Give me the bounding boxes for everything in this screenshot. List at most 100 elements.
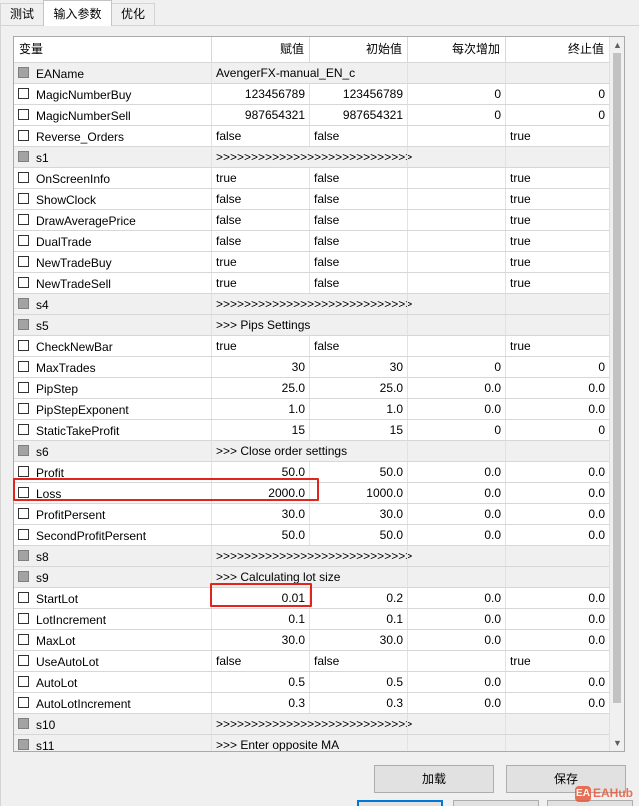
param-step-cell[interactable]: 0	[408, 105, 506, 125]
param-step-cell[interactable]	[408, 651, 506, 671]
table-row[interactable]: Profit 50.0 50.0 0.0 0.0	[14, 462, 609, 483]
param-initial-cell[interactable]: false	[310, 168, 408, 188]
param-value-cell[interactable]: 987654321	[212, 105, 310, 125]
tab-optimization[interactable]: 优化	[111, 3, 155, 25]
param-value-cell[interactable]: 50.0	[212, 462, 310, 482]
param-step-cell[interactable]: 0.0	[408, 525, 506, 545]
optimize-checkbox[interactable]	[18, 634, 29, 646]
param-stop-cell[interactable]	[506, 294, 609, 314]
optimize-checkbox[interactable]	[18, 235, 29, 247]
optimize-checkbox[interactable]	[18, 277, 29, 289]
param-initial-cell[interactable]: false	[310, 231, 408, 251]
param-step-cell[interactable]: 0.0	[408, 504, 506, 524]
param-step-cell[interactable]: 0	[408, 357, 506, 377]
param-step-cell[interactable]	[408, 231, 506, 251]
param-step-cell[interactable]: 0.0	[408, 399, 506, 419]
param-initial-cell[interactable]: false	[310, 651, 408, 671]
param-initial-cell[interactable]	[310, 714, 408, 734]
optimize-checkbox[interactable]	[18, 424, 29, 436]
table-row[interactable]: StaticTakeProfit 15 15 0 0	[14, 420, 609, 441]
param-step-cell[interactable]	[408, 126, 506, 146]
header-value[interactable]: 赋值	[212, 37, 310, 62]
table-row[interactable]: s4 >>>>>>>>>>>>>>>>>>>>>>>>>>>>	[14, 294, 609, 315]
table-row[interactable]: s9 >>> Calculating lot size	[14, 567, 609, 588]
param-initial-cell[interactable]: 1.0	[310, 399, 408, 419]
optimize-checkbox[interactable]	[18, 340, 29, 352]
tab-inputs[interactable]: 输入参数	[43, 0, 112, 26]
param-initial-cell[interactable]: 987654321	[310, 105, 408, 125]
param-stop-cell[interactable]: 0.0	[506, 462, 609, 482]
param-initial-cell[interactable]: 0.1	[310, 609, 408, 629]
optimize-checkbox[interactable]	[18, 718, 29, 730]
table-row[interactable]: Loss 2000.0 1000.0 0.0 0.0	[14, 483, 609, 504]
param-stop-cell[interactable]	[506, 735, 609, 751]
table-row[interactable]: s6 >>> Close order settings	[14, 441, 609, 462]
param-initial-cell[interactable]: 50.0	[310, 525, 408, 545]
param-stop-cell[interactable]: true	[506, 252, 609, 272]
optimize-checkbox[interactable]	[18, 739, 29, 751]
header-step[interactable]: 每次增加	[408, 37, 506, 62]
param-step-cell[interactable]: 0.0	[408, 609, 506, 629]
table-row[interactable]: PipStepExponent 1.0 1.0 0.0 0.0	[14, 399, 609, 420]
param-initial-cell[interactable]: false	[310, 252, 408, 272]
param-initial-cell[interactable]: false	[310, 189, 408, 209]
table-row[interactable]: MagicNumberSell 987654321 987654321 0 0	[14, 105, 609, 126]
param-step-cell[interactable]: 0.0	[408, 693, 506, 713]
table-row[interactable]: Reverse_Orders false false true	[14, 126, 609, 147]
table-row[interactable]: PipStep 25.0 25.0 0.0 0.0	[14, 378, 609, 399]
optimize-checkbox[interactable]	[18, 403, 29, 415]
header-variable[interactable]: 变量	[14, 37, 212, 62]
param-value-cell[interactable]: 30	[212, 357, 310, 377]
param-stop-cell[interactable]: true	[506, 189, 609, 209]
param-stop-cell[interactable]: true	[506, 126, 609, 146]
param-value-cell[interactable]: 30.0	[212, 630, 310, 650]
param-stop-cell[interactable]	[506, 714, 609, 734]
param-stop-cell[interactable]: true	[506, 651, 609, 671]
param-step-cell[interactable]	[408, 168, 506, 188]
param-stop-cell[interactable]	[506, 441, 609, 461]
table-row[interactable]: s5 >>> Pips Settings	[14, 315, 609, 336]
param-value-cell[interactable]: false	[212, 231, 310, 251]
optimize-checkbox[interactable]	[18, 151, 29, 163]
param-stop-cell[interactable]: 0	[506, 357, 609, 377]
param-step-cell[interactable]: 0	[408, 84, 506, 104]
param-initial-cell[interactable]: 25.0	[310, 378, 408, 398]
table-row[interactable]: MaxLot 30.0 30.0 0.0 0.0	[14, 630, 609, 651]
table-row[interactable]: EAName AvengerFX-manual_EN_c	[14, 63, 609, 84]
param-step-cell[interactable]	[408, 546, 506, 566]
param-stop-cell[interactable]: 0.0	[506, 378, 609, 398]
optimize-checkbox[interactable]	[18, 613, 29, 625]
table-row[interactable]: AutoLot 0.5 0.5 0.0 0.0	[14, 672, 609, 693]
param-value-cell[interactable]: true	[212, 168, 310, 188]
optimize-checkbox[interactable]	[18, 592, 29, 604]
param-step-cell[interactable]: 0.0	[408, 483, 506, 503]
param-stop-cell[interactable]	[506, 315, 609, 335]
optimize-checkbox[interactable]	[18, 298, 29, 310]
param-initial-cell[interactable]	[310, 546, 408, 566]
param-value-cell[interactable]: 1.0	[212, 399, 310, 419]
table-row[interactable]: NewTradeSell true false true	[14, 273, 609, 294]
optimize-checkbox[interactable]	[18, 676, 29, 688]
param-value-cell[interactable]: 25.0	[212, 378, 310, 398]
param-value-cell[interactable]: false	[212, 189, 310, 209]
optimize-checkbox[interactable]	[18, 214, 29, 226]
optimize-checkbox[interactable]	[18, 571, 29, 583]
param-initial-cell[interactable]: 30.0	[310, 630, 408, 650]
optimize-checkbox[interactable]	[18, 550, 29, 562]
param-value-cell[interactable]: true	[212, 252, 310, 272]
optimize-checkbox[interactable]	[18, 67, 29, 79]
param-value-cell[interactable]: 0.01	[212, 588, 310, 608]
param-stop-cell[interactable]: true	[506, 273, 609, 293]
param-initial-cell[interactable]: 0.2	[310, 588, 408, 608]
table-row[interactable]: s11 >>> Enter opposite MA	[14, 735, 609, 751]
param-initial-cell[interactable]	[310, 567, 408, 587]
param-stop-cell[interactable]: true	[506, 210, 609, 230]
param-stop-cell[interactable]: true	[506, 168, 609, 188]
param-initial-cell[interactable]	[310, 735, 408, 751]
param-step-cell[interactable]	[408, 441, 506, 461]
param-initial-cell[interactable]	[310, 63, 408, 83]
param-step-cell[interactable]: 0.0	[408, 378, 506, 398]
optimize-checkbox[interactable]	[18, 697, 29, 709]
optimize-checkbox[interactable]	[18, 382, 29, 394]
table-row[interactable]: s1 >>>>>>>>>>>>>>>>>>>>>>>>>>>>	[14, 147, 609, 168]
